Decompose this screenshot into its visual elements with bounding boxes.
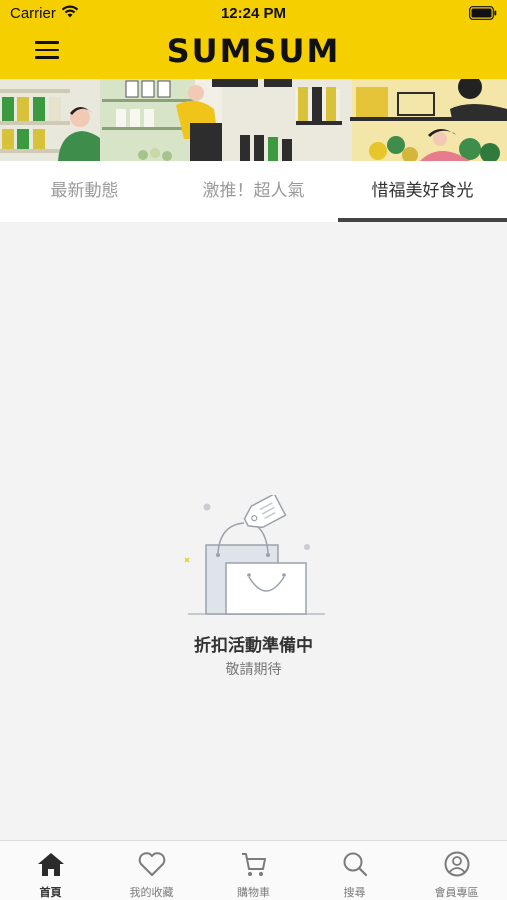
tabbar-search[interactable]: 搜尋 (304, 841, 405, 900)
user-icon (444, 851, 470, 877)
cart-icon (242, 853, 266, 876)
promo-banner[interactable] (0, 79, 507, 161)
tab-popular[interactable]: 激推！超人氣 (169, 161, 338, 222)
tabbar-member[interactable]: 會員專區 (406, 841, 507, 900)
tabbar-label: 搜尋 (343, 886, 366, 899)
clock: 12:24 PM (220, 5, 287, 22)
tabbar-label: 會員專區 (434, 886, 479, 899)
search-icon (343, 852, 368, 877)
heart-icon (138, 852, 166, 876)
active-tab-indicator (338, 218, 507, 222)
bottom-tab-bar: 首頁 我的收藏 購物車 搜尋 會員專區 (0, 840, 507, 900)
brand-logo: SUMSUM (166, 32, 341, 70)
empty-state-title: 折扣活動準備中 (194, 636, 313, 656)
tabbar-favorites[interactable]: 我的收藏 (101, 841, 202, 900)
category-tabs: 最新動態 激推！超人氣 惜福美好食光 (0, 161, 507, 222)
grocery-illustration (0, 79, 507, 161)
tabbar-label: 購物車 (237, 886, 270, 899)
home-icon (38, 853, 64, 876)
shopping-bag-tag-icon (184, 495, 325, 615)
status-bar: Carrier 12:24 PM (0, 0, 507, 28)
app-header: Carrier 12:24 PM SUMSUM (0, 0, 507, 79)
tabbar-label: 我的收藏 (129, 886, 174, 899)
tabbar-label: 首頁 (39, 886, 62, 899)
empty-state-subtitle: 敬請期待 (225, 662, 282, 678)
tab-food-saving[interactable]: 惜福美好食光 (338, 161, 507, 222)
tabbar-cart[interactable]: 購物車 (203, 841, 304, 900)
battery-icon (469, 6, 497, 20)
tab-latest-news[interactable]: 最新動態 (0, 161, 169, 222)
tabbar-home[interactable]: 首頁 (0, 841, 101, 900)
